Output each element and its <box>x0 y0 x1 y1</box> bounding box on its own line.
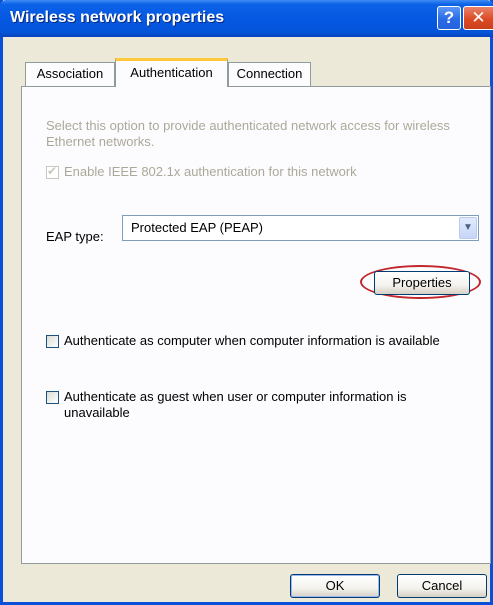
eap-type-value: Protected EAP (PEAP) <box>131 220 263 235</box>
tab-connection[interactable]: Connection <box>228 62 311 86</box>
properties-button[interactable]: Properties <box>374 271 470 295</box>
enable-8021x-checkbox[interactable]: ✔ <box>46 164 59 179</box>
eap-type-dropdown[interactable]: Protected EAP (PEAP) ▼ <box>122 215 479 241</box>
auth-as-guest-label-line1: Authenticate as guest when user or compu… <box>64 389 407 404</box>
authentication-panel: Select this option to provide authentica… <box>21 86 491 564</box>
title-bar[interactable]: Wireless network properties ? ✕ <box>0 0 493 37</box>
ok-button[interactable]: OK <box>290 574 380 598</box>
auth-as-computer-label: Authenticate as computer when computer i… <box>64 333 440 348</box>
auth-as-guest-label-line2: unavailable <box>64 405 130 420</box>
chevron-down-icon[interactable]: ▼ <box>459 217 477 239</box>
eap-type-label: EAP type: <box>46 229 104 244</box>
auth-as-guest-checkbox[interactable] <box>46 391 59 404</box>
enable-8021x-label: Enable IEEE 802.1x authentication for th… <box>64 164 357 179</box>
window-title: Wireless network properties <box>10 9 225 26</box>
tab-authentication[interactable]: Authentication <box>115 58 228 87</box>
cancel-button[interactable]: Cancel <box>397 574 487 598</box>
authentication-description: Select this option to provide authentica… <box>46 118 450 149</box>
tab-association[interactable]: Association <box>25 62 115 86</box>
dialog-window: Wireless network properties ? ✕ Associat… <box>0 0 493 605</box>
help-icon[interactable]: ? <box>437 6 461 30</box>
checkmark-icon: ✔ <box>47 164 58 178</box>
auth-as-computer-checkbox[interactable] <box>46 335 59 348</box>
close-icon[interactable]: ✕ <box>463 6 493 30</box>
